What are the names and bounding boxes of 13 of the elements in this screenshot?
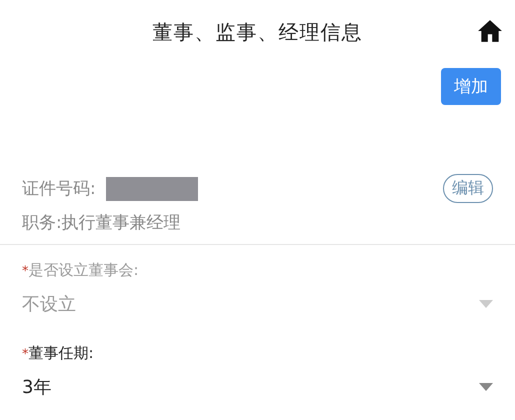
id-number-label: 证件号码: xyxy=(22,178,96,200)
position-text: 职务:执行董事兼经理 xyxy=(22,212,182,234)
select-field[interactable]: 3年 xyxy=(22,363,493,411)
caret-icon xyxy=(479,383,493,391)
field-label: 董事任期: xyxy=(28,344,94,363)
caret-icon xyxy=(479,300,493,308)
add-button[interactable]: 增加 xyxy=(441,68,501,105)
required-mark: * xyxy=(22,347,28,362)
field-label: 是否设立董事会: xyxy=(28,261,139,280)
required-mark: * xyxy=(22,264,28,279)
edit-button[interactable]: 编辑 xyxy=(443,174,493,203)
home-icon[interactable] xyxy=(477,18,503,44)
page-title: 董事、监事、经理信息 xyxy=(152,18,362,46)
